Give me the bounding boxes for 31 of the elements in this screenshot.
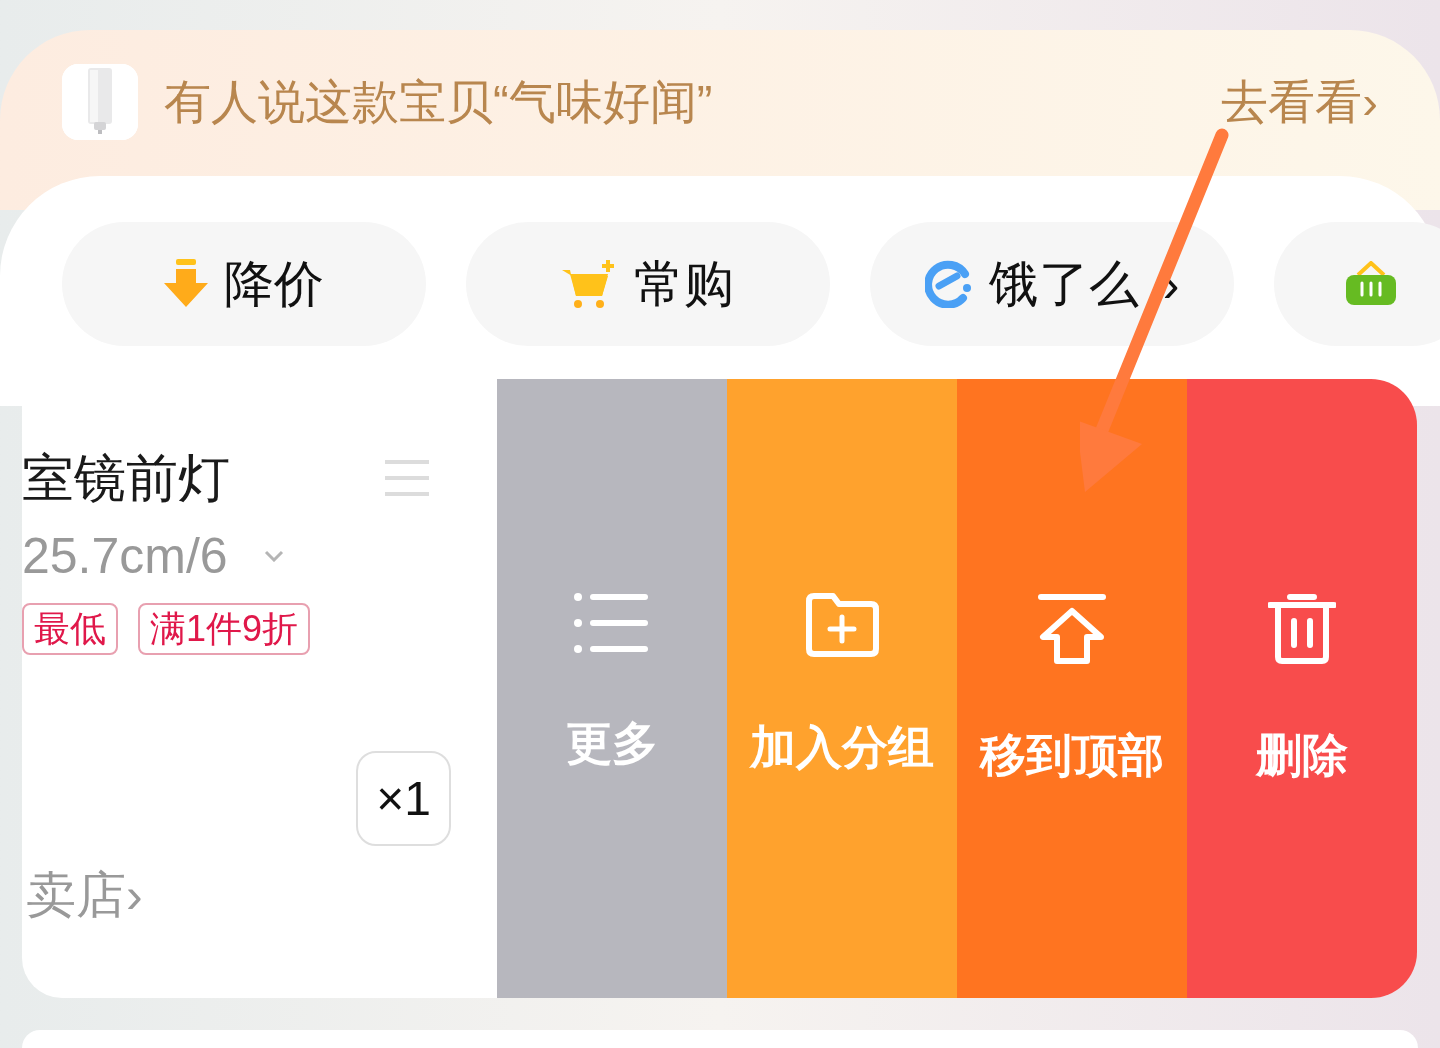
filter-chip[interactable] — [1274, 222, 1440, 346]
promo-tag: 满1件9折 — [138, 603, 311, 655]
dropdown-caret-icon[interactable] — [263, 550, 284, 562]
filter-chip[interactable]: 常购 — [466, 222, 830, 346]
down-arrow-icon — [164, 259, 208, 309]
action-label: 加入分组 — [750, 720, 934, 775]
swipe-action-button[interactable]: 移到顶部 — [957, 379, 1187, 998]
trash-icon — [1268, 593, 1336, 665]
move-to-top-icon — [1037, 593, 1107, 665]
folder-plus-icon — [805, 593, 879, 657]
promo-tag: 最低 — [22, 603, 118, 655]
quantity-button[interactable]: ×1 — [356, 751, 451, 846]
action-label: 移到顶部 — [980, 728, 1164, 783]
view-link[interactable]: 去看看› — [1221, 72, 1378, 132]
e-logo-icon — [924, 260, 973, 308]
swipe-action-button[interactable]: 加入分组 — [727, 379, 957, 998]
item-spec[interactable]: 25.7cm/6 — [22, 525, 228, 587]
shop-link[interactable]: 卖店› — [26, 864, 143, 926]
swipe-action-button[interactable]: 删除 — [1187, 379, 1417, 998]
action-label: 删除 — [1256, 728, 1348, 783]
list-icon — [574, 593, 650, 653]
chip-label: 常购 — [634, 254, 734, 314]
swipe-action-button[interactable]: 更多 — [497, 379, 727, 998]
banner-text: 有人说这款宝贝“气味好闻” — [164, 74, 713, 130]
chip-label: 饿了么 — [988, 254, 1139, 314]
menu-icon[interactable] — [385, 460, 429, 496]
item-title: 室镜前灯 — [22, 448, 230, 509]
filter-chip[interactable]: 降价 — [62, 222, 426, 346]
chip-label: 降价 — [224, 254, 324, 314]
action-label: 更多 — [566, 716, 658, 771]
basket-icon — [1346, 261, 1396, 307]
